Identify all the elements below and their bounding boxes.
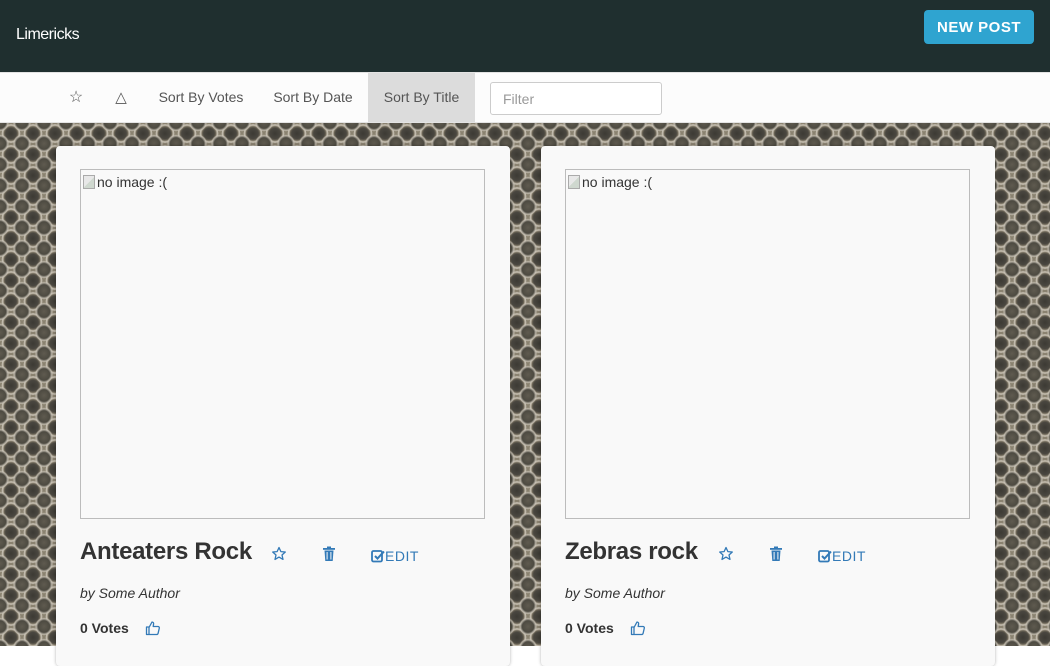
sort-by-date-tab[interactable]: Sort By Date [260, 73, 366, 122]
image-alt-text: no image :( [582, 174, 653, 190]
favorites-star-icon[interactable]: ☆ [61, 73, 91, 122]
brand-link[interactable]: Limericks [16, 26, 80, 44]
card-title: Anteaters Rock [80, 538, 252, 565]
edit-button[interactable]: EDIT [818, 548, 866, 564]
card-author: by Some Author [565, 585, 665, 601]
sort-by-title-tab[interactable]: Sort By Title [368, 73, 475, 122]
limerick-image: no image :( [565, 169, 970, 519]
edit-button[interactable]: EDIT [371, 548, 419, 564]
edit-check-icon [818, 550, 832, 563]
edit-label: EDIT [385, 548, 419, 564]
edit-check-icon [371, 550, 385, 563]
thumbs-up-icon[interactable] [630, 620, 646, 641]
top-navbar: Limericks NEW POST [0, 0, 1050, 72]
favorite-star-icon[interactable] [718, 546, 734, 567]
thumbs-up-icon[interactable] [145, 620, 161, 641]
sort-toolbar: ☆ △ Sort By Votes Sort By Date Sort By T… [0, 72, 1050, 123]
limerick-card: no image :( Anteaters Rock EDIT by Some … [56, 146, 510, 666]
new-post-button[interactable]: NEW POST [924, 10, 1034, 44]
trash-icon[interactable] [769, 546, 783, 567]
broken-image-icon [568, 175, 580, 189]
limerick-card: no image :( Zebras rock EDIT by Some Aut… [541, 146, 995, 666]
image-alt-text: no image :( [97, 174, 168, 190]
sort-by-votes-tab[interactable]: Sort By Votes [145, 73, 257, 122]
filter-input[interactable] [490, 82, 662, 115]
edit-label: EDIT [832, 548, 866, 564]
limerick-image: no image :( [80, 169, 485, 519]
triangle-icon[interactable]: △ [106, 73, 136, 122]
card-author: by Some Author [80, 585, 180, 601]
vote-count: 0 Votes [80, 620, 129, 636]
favorite-star-icon[interactable] [271, 546, 287, 567]
broken-image-icon [83, 175, 95, 189]
vote-count: 0 Votes [565, 620, 614, 636]
card-title: Zebras rock [565, 538, 698, 565]
trash-icon[interactable] [322, 546, 336, 567]
